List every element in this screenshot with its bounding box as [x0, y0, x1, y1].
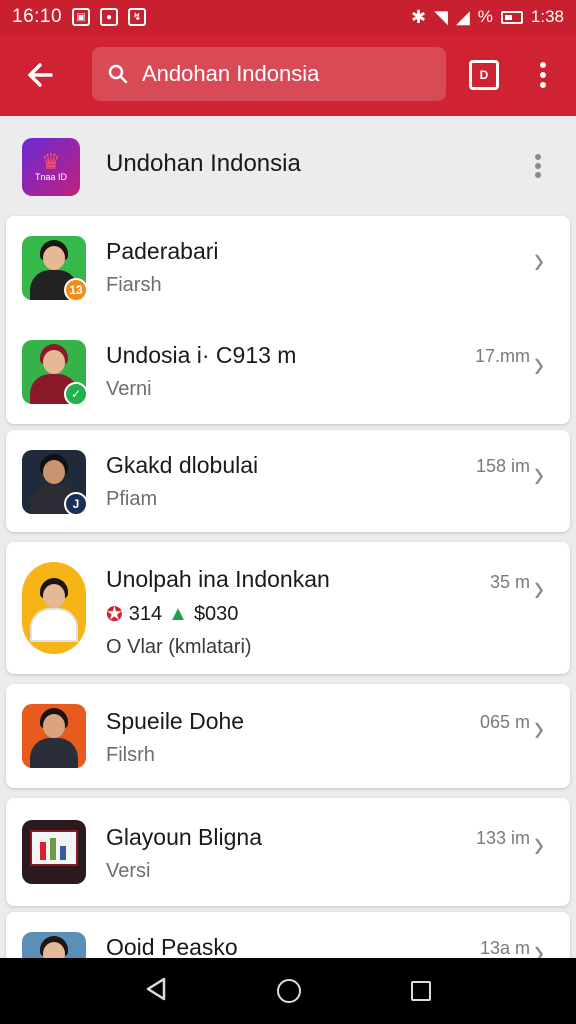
search-input[interactable]: Andohan Indonsia — [92, 47, 446, 101]
avatar: J — [22, 450, 88, 516]
item-title: Paderabari — [106, 238, 219, 264]
check-badge-icon: ✓ — [64, 382, 88, 406]
list-item[interactable]: Glayoun Bligna Versi 133 im › — [6, 798, 570, 906]
status-time-right: 1:38 — [530, 7, 564, 26]
item-meta: 133 im — [475, 828, 530, 848]
avatar — [22, 562, 86, 654]
battery-percent: % — [477, 7, 493, 26]
wifi-icon: ◥ — [434, 6, 448, 27]
rating-row: ✪ 314 ▲ $030 — [106, 602, 238, 627]
app-bar: Andohan Indonsia D — [0, 34, 576, 116]
list-card[interactable]: Glayoun Bligna Versi 133 im › — [6, 798, 570, 906]
notification-icon: ↯ — [128, 8, 147, 26]
chevron-right-icon: › — [534, 342, 544, 386]
item-subtitle: Filsrh — [106, 744, 155, 766]
avatar: 13 — [22, 236, 88, 302]
item-title: Undosia i· C913 m — [106, 342, 297, 368]
notification-icon: ▣ — [72, 8, 91, 26]
list-card[interactable]: Spueile Dohe Filsrh 065 m › — [6, 684, 570, 788]
status-time: 16:10 — [12, 6, 63, 27]
back-triangle-icon — [146, 977, 166, 1000]
back-button[interactable] — [0, 34, 80, 116]
logo-text: Tnaa ID — [34, 172, 67, 182]
battery-icon — [500, 10, 523, 24]
system-nav-bar — [0, 958, 576, 1024]
chevron-right-icon: › — [534, 566, 544, 610]
item-title: Unolpah ina Indonkan — [106, 566, 330, 592]
list-item[interactable]: Spueile Dohe Filsrh 065 m › — [6, 684, 570, 788]
more-vert-icon — [540, 62, 546, 88]
item-subtitle: Fiarsh — [106, 274, 162, 296]
list-item[interactable]: J Gkakd dlobulai Pfiam 158 im › — [6, 430, 570, 532]
app-header-row[interactable]: ♛ Tnaa ID Undohan Indonsia — [0, 116, 576, 216]
item-subtitle: Pfiam — [106, 488, 158, 510]
list-card[interactable]: J Gkakd dlobulai Pfiam 158 im › — [6, 430, 570, 532]
status-bar: 16:10 ▣ ● ↯ ✱ ◥ ◢ % 1:38 — [0, 0, 576, 34]
bluetooth-icon: ✱ — [411, 6, 427, 27]
badge-icon: J — [64, 492, 88, 516]
list-item[interactable]: ✓ Undosia i· C913 m Verni 17.mm › — [6, 320, 570, 424]
item-meta: 158 im — [475, 456, 530, 476]
chevron-right-icon: › — [534, 822, 544, 866]
more-options-button[interactable] — [528, 54, 558, 96]
item-title: Gkakd dlobulai — [106, 452, 259, 478]
logo-mark-icon: ♛ — [41, 149, 61, 174]
item-meta: 17.mm — [474, 346, 530, 366]
item-subtitle: O Vlar (kmlatari) — [106, 636, 252, 658]
price-value: $030 — [193, 603, 239, 625]
item-meta: 35 m — [489, 572, 530, 592]
item-meta: 13a m — [479, 938, 530, 958]
search-text: Andohan Indonsia — [142, 61, 320, 86]
signal-icon: ◢ — [455, 6, 470, 27]
avatar — [22, 820, 86, 884]
item-subtitle: Verni — [106, 378, 152, 400]
nav-recents-button[interactable] — [401, 971, 441, 1011]
tabs-icon: D — [479, 68, 489, 82]
app-logo: ♛ Tnaa ID — [22, 138, 80, 196]
badge-icon: 13 — [64, 278, 88, 302]
page-title: Undohan Indonsia — [106, 150, 301, 177]
nav-back-button[interactable] — [135, 967, 177, 1016]
item-meta: 065 m — [479, 712, 530, 732]
item-title: Ooid Peasko — [106, 934, 238, 960]
chevron-right-icon: › — [534, 706, 544, 750]
tabs-button[interactable]: D — [469, 60, 499, 90]
avatar — [22, 704, 86, 768]
notification-icon: ● — [100, 8, 119, 26]
item-subtitle: Versi — [106, 860, 151, 882]
more-vert-icon[interactable] — [534, 153, 542, 179]
list-item[interactable]: Unolpah ina Indonkan ✪ 314 ▲ $030 O Vlar… — [6, 542, 570, 674]
chevron-right-icon: › — [534, 238, 544, 282]
list-card[interactable]: Unolpah ina Indonkan ✪ 314 ▲ $030 O Vlar… — [6, 542, 570, 674]
item-title: Glayoun Bligna — [106, 824, 262, 850]
nav-home-button[interactable] — [267, 969, 311, 1013]
chevron-right-icon: › — [534, 452, 544, 496]
arrow-back-icon — [28, 63, 53, 87]
star-icon: ✪ — [106, 604, 123, 626]
item-title: Spueile Dohe — [106, 708, 245, 734]
thumb-up-icon: ▲ — [168, 603, 188, 625]
list-item[interactable]: 13 Paderabari Fiarsh › — [6, 216, 570, 320]
recents-square-icon — [411, 981, 431, 1001]
list-card: 13 Paderabari Fiarsh › ✓ Undosia i· C913… — [6, 216, 570, 424]
rating-value: 314 — [128, 603, 163, 625]
home-circle-icon — [277, 979, 301, 1003]
search-icon — [108, 64, 128, 84]
avatar: ✓ — [22, 340, 88, 406]
